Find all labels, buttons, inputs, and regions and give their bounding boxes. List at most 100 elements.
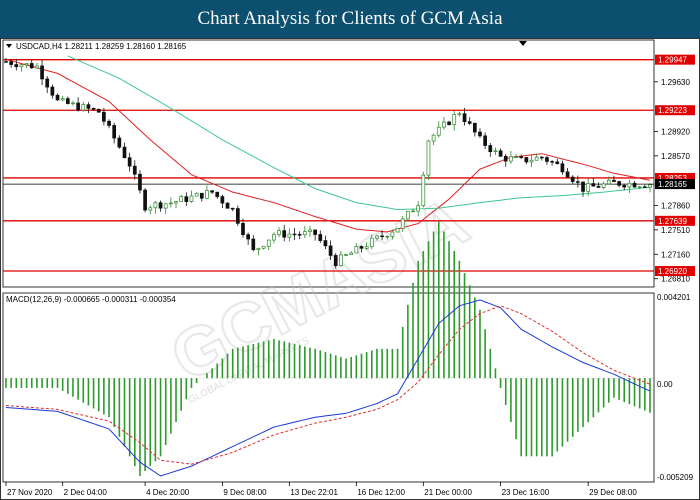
candle-body (256, 247, 261, 251)
candle-body (235, 208, 240, 224)
candle-body (539, 156, 544, 159)
candle-body (40, 65, 44, 80)
candle-body (534, 156, 539, 161)
candle-body (581, 181, 585, 192)
candle-body (184, 196, 189, 202)
candle-body (14, 64, 19, 68)
candle-body (148, 207, 153, 211)
candle-body (328, 245, 333, 256)
time-axis-label: 23 Dec 16:00 (502, 488, 550, 497)
candle-body (570, 176, 575, 182)
candle-body (514, 156, 518, 158)
candle-body (565, 171, 570, 178)
candle-body (199, 192, 204, 199)
candle-body (220, 196, 225, 204)
chart-area[interactable]: GCMASIA GLOBAL CAPITAL MARKETS 1.296301.… (0, 38, 700, 500)
price-ytick-label: 1.27510 (661, 226, 690, 235)
candle-body (349, 252, 354, 256)
candle-body (519, 156, 524, 158)
candlestick (143, 188, 147, 213)
candle-body (431, 134, 436, 142)
candle-body (601, 183, 606, 188)
candle-body (230, 207, 235, 210)
candle-body (478, 131, 482, 137)
candle-body (71, 102, 75, 105)
candle-body (179, 196, 184, 202)
candle-body (287, 233, 292, 238)
candle-body (50, 86, 55, 96)
candle-body (524, 157, 529, 163)
price-ytick-label: 1.29630 (661, 78, 690, 87)
candle-body (215, 191, 220, 197)
candle-body (642, 186, 647, 188)
candle-body (400, 218, 405, 229)
candle-body (153, 202, 158, 209)
candle-body (225, 202, 230, 209)
time-axis-label: 13 Dec 22:01 (290, 488, 338, 497)
candle-body (576, 181, 580, 183)
level-label: 1.26920 (658, 267, 687, 276)
title-banner: Chart Analysis for Clients of GCM Asia (0, 0, 700, 38)
candle-body (406, 211, 410, 220)
candle-body (194, 192, 199, 197)
time-axis-label: 27 Nov 2020 (7, 488, 53, 497)
candle-body (323, 240, 328, 247)
candle-body (354, 246, 359, 254)
candle-body (493, 150, 498, 152)
candle-body (467, 121, 472, 124)
candle-body (617, 181, 621, 186)
candle-body (498, 150, 503, 157)
candle-body (333, 255, 338, 267)
candle-body (81, 104, 86, 111)
candle-body (318, 234, 323, 241)
candle-body (488, 145, 493, 152)
price-ytick-label: 1.28920 (661, 127, 690, 136)
candle-body (606, 179, 611, 185)
candle-body (272, 234, 276, 241)
time-axis-label: 29 Dec 08:00 (589, 488, 637, 497)
candle-body (560, 163, 565, 173)
candle-body (241, 222, 245, 236)
candle-body (189, 195, 194, 202)
candlestick (235, 205, 240, 226)
candle-body (55, 94, 60, 101)
candle-body (622, 184, 627, 188)
candle-body (163, 203, 168, 209)
candle-body (447, 121, 451, 125)
candle-body (210, 190, 214, 193)
candle-body (586, 183, 591, 192)
candle-body (292, 233, 297, 236)
candle-body (591, 183, 596, 187)
candle-body (483, 135, 487, 146)
candle-body (86, 104, 91, 109)
candle-body (302, 231, 307, 236)
level-label: 1.27639 (658, 217, 687, 226)
candle-body (24, 63, 29, 66)
candle-body (462, 113, 467, 123)
candle-body (65, 98, 70, 104)
candle-body (416, 205, 421, 212)
candle-body (648, 184, 652, 188)
candle-body (282, 230, 287, 238)
candle-body (411, 210, 415, 213)
candle-body (112, 125, 117, 139)
candle-body (4, 61, 8, 63)
candle-body (127, 157, 132, 167)
candle-body (205, 190, 209, 199)
candle-body (251, 238, 256, 251)
candle-body (637, 186, 642, 188)
price-chart-header: USDCAD,H4 1.28211 1.28259 1.28160 1.2816… (16, 42, 187, 51)
candle-body (369, 237, 374, 248)
candle-body (390, 231, 395, 237)
candle-body (632, 182, 637, 188)
candle-body (60, 98, 65, 101)
candle-body (452, 114, 457, 125)
candle-body (96, 108, 101, 113)
candlestick (395, 228, 400, 233)
time-axis-label: 21 Dec 00:00 (424, 488, 472, 497)
macd-header: MACD(12,26,9) -0.000665 -0.000311 -0.000… (6, 295, 176, 304)
candle-body (102, 111, 106, 122)
banner-title: Chart Analysis for Clients of GCM Asia (197, 8, 503, 29)
candlestick (225, 202, 230, 209)
candle-body (122, 146, 127, 159)
